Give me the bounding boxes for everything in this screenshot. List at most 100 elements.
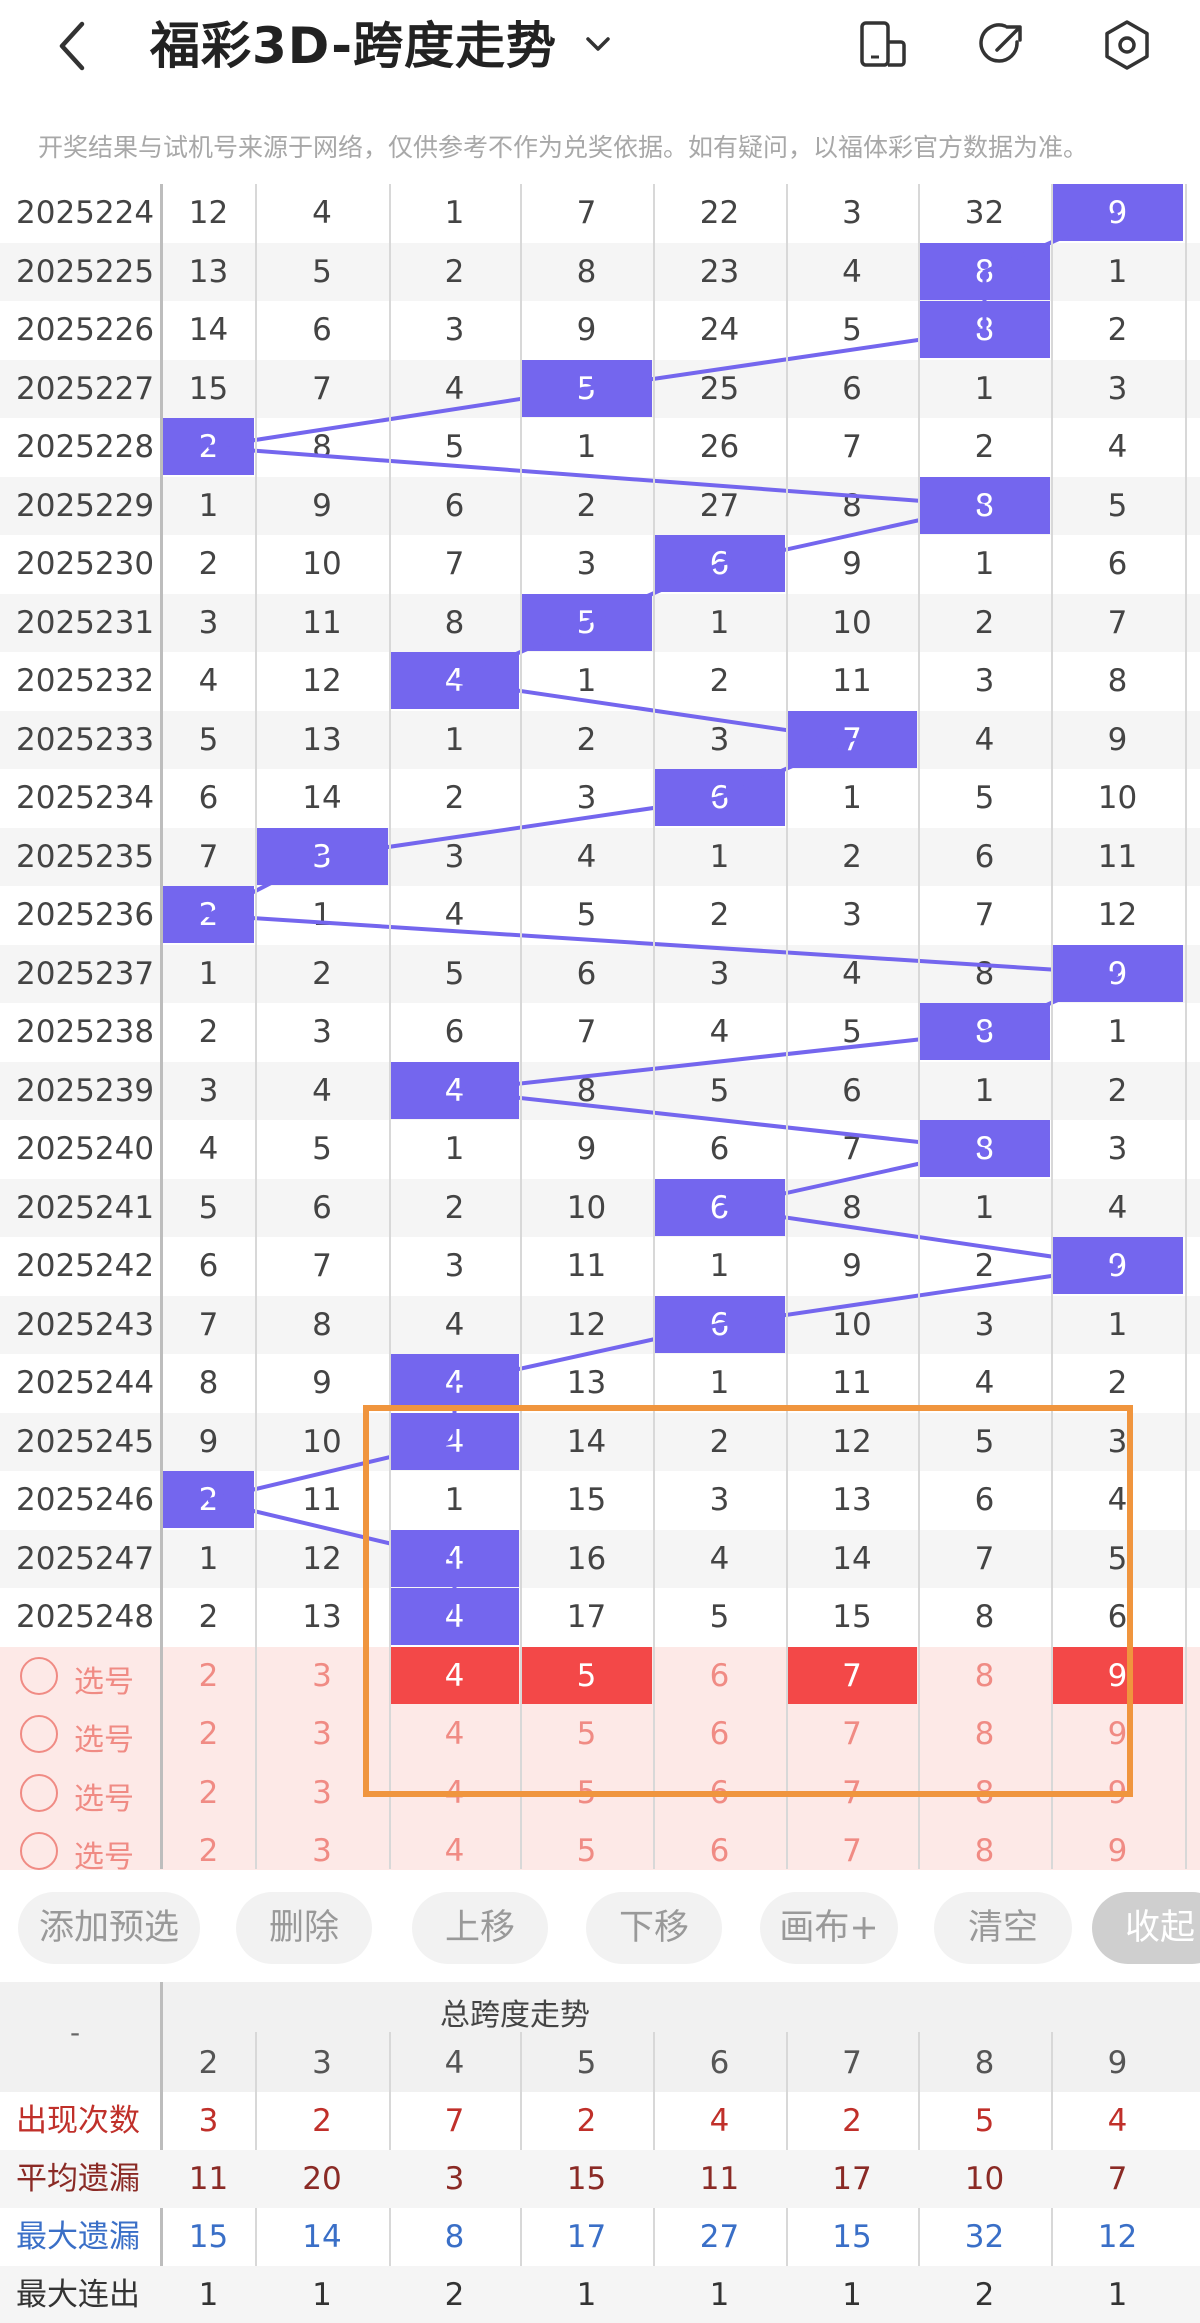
selected-number[interactable]: 9	[1052, 1646, 1183, 1704]
move-up-button[interactable]: 上移	[412, 1892, 548, 1964]
omission-cell: 12	[302, 1540, 342, 1577]
canvas-button[interactable]: 画布+	[760, 1892, 898, 1964]
select-number[interactable]: 8	[918, 1647, 1051, 1706]
table-row: 2025226 14 6 3 9 24 5 8 2	[0, 301, 1200, 360]
select-number[interactable]: 2	[162, 1647, 255, 1706]
select-label[interactable]: 选号	[74, 1774, 134, 1818]
omission-cell: 1	[1107, 1306, 1128, 1343]
omission-cell: 2	[198, 546, 219, 582]
collapse-button[interactable]: 收起	[1092, 1892, 1200, 1964]
omission-cell: 3	[444, 838, 465, 875]
omission-cell: 6	[312, 312, 332, 348]
selected-number[interactable]: 5	[521, 1646, 652, 1704]
select-number[interactable]: 6	[653, 1764, 786, 1823]
stats-value: 2	[444, 2277, 465, 2313]
omission-cell: 5	[974, 780, 995, 816]
omission-cell: 7	[576, 1014, 597, 1050]
stats-column-header: 4	[444, 2045, 465, 2081]
omission-cell: 10	[302, 1423, 342, 1460]
omission-cell: 3	[1107, 370, 1128, 407]
issue-number: 2025237	[16, 955, 155, 992]
select-number[interactable]: 6	[653, 1705, 786, 1764]
select-radio[interactable]	[20, 1715, 58, 1753]
omission-cell: 8	[444, 604, 465, 641]
stats-value: 32	[964, 2219, 1005, 2255]
select-label[interactable]: 选号	[74, 1715, 134, 1759]
table-row: 2025241 5 6 2 10 6 8 1 4	[0, 1178, 1200, 1237]
omission-cell: 22	[699, 195, 740, 231]
table-row: 2025240 4 5 1 9 6 7 8 3	[0, 1120, 1200, 1179]
stats-value: 15	[832, 2219, 872, 2255]
omission-cell: 9	[842, 1248, 862, 1284]
omission-cell: 3	[1107, 1423, 1128, 1460]
select-radio[interactable]	[20, 1773, 58, 1812]
delete-button[interactable]: 删除	[236, 1892, 372, 1964]
omission-cell: 2	[974, 429, 995, 465]
omission-cell: 4	[198, 1131, 219, 1167]
selected-number[interactable]: 4	[390, 1646, 519, 1704]
share-icon[interactable]	[975, 18, 1029, 72]
omission-cell: 8	[974, 955, 995, 992]
select-number[interactable]: 5	[520, 1764, 653, 1823]
select-number[interactable]: 3	[255, 1647, 389, 1706]
omission-cell: 7	[198, 838, 219, 875]
omission-cell: 4	[444, 897, 465, 933]
omission-cell: 1	[974, 1189, 995, 1226]
select-number[interactable]: 5	[520, 1705, 653, 1764]
omission-cell: 4	[312, 1072, 332, 1109]
select-number[interactable]: 4	[389, 1705, 520, 1764]
chevron-down-icon[interactable]	[580, 26, 616, 62]
clear-button[interactable]: 清空	[934, 1892, 1072, 1964]
omission-cell: 6	[974, 1482, 995, 1518]
table-row: 2025238 2 3 6 7 4 5 8 1	[0, 1003, 1200, 1062]
select-number[interactable]: 3	[255, 1705, 389, 1764]
select-number[interactable]: 9	[1051, 1705, 1184, 1764]
omission-cell: 3	[842, 897, 862, 933]
omission-cell: 2	[1107, 1072, 1128, 1109]
add-preselect-button[interactable]: 添加预选	[18, 1892, 200, 1964]
stats-panel: - 总跨度走势 23456789 出现次数 3 2 7 2 4 2 5 4 平均遗漏 11 20 3 15…	[0, 1982, 1200, 2323]
issue-number: 2025236	[16, 897, 155, 933]
stats-value: 8	[444, 2219, 465, 2255]
omission-cell: 4	[576, 838, 597, 875]
issue-number: 2025226	[16, 312, 155, 348]
hit-cell: 5	[521, 593, 652, 651]
table-row: 2025237 1 2 5 6 3 4 8 9	[0, 944, 1200, 1003]
table-row: 2025246 2 11 1 15 3 13 6 4	[0, 1471, 1200, 1530]
move-down-button[interactable]: 下移	[586, 1892, 722, 1964]
select-number[interactable]: 7	[786, 1764, 918, 1823]
phone-rotate-icon[interactable]	[855, 18, 909, 72]
omission-cell: 12	[1097, 897, 1138, 933]
table-row: 2025247 1 12 4 16 4 14 7 5	[0, 1529, 1200, 1588]
omission-cell: 5	[842, 312, 862, 348]
select-number[interactable]: 8	[918, 1764, 1051, 1823]
omission-cell: 23	[699, 253, 740, 290]
select-number[interactable]: 2	[162, 1705, 255, 1764]
stats-column-header: 8	[974, 2045, 995, 2081]
select-radio[interactable]	[20, 1656, 58, 1695]
select-label[interactable]: 选号	[74, 1657, 134, 1701]
select-number[interactable]: 4	[389, 1764, 520, 1823]
select-number[interactable]: 7	[786, 1705, 918, 1764]
settings-icon[interactable]	[1100, 18, 1154, 72]
omission-cell: 6	[576, 955, 597, 992]
back-arrow-icon[interactable]	[52, 18, 96, 74]
omission-cell: 6	[1107, 1599, 1128, 1635]
selected-number[interactable]: 7	[787, 1646, 917, 1704]
omission-cell: 5	[312, 1131, 332, 1167]
omission-cell: 5	[1107, 1540, 1128, 1577]
select-number[interactable]: 2	[162, 1764, 255, 1823]
omission-cell: 5	[576, 897, 597, 933]
select-row: 选号 2 3 4 5 6 7 8 9	[0, 1705, 1200, 1764]
select-number[interactable]: 6	[653, 1647, 786, 1706]
omission-cell: 32	[964, 195, 1005, 231]
select-radio[interactable]	[20, 1832, 58, 1870]
omission-cell: 1	[709, 604, 730, 641]
select-number[interactable]: 8	[918, 1705, 1051, 1764]
page-title[interactable]: 福彩3D-跨度走势	[150, 12, 557, 80]
table-row: 2025224 12 4 1 7 22 3 32 9	[0, 184, 1200, 243]
select-number[interactable]: 9	[1051, 1764, 1184, 1823]
omission-cell: 6	[198, 780, 219, 816]
select-number[interactable]: 3	[255, 1764, 389, 1823]
omission-cell: 16	[566, 1540, 607, 1577]
